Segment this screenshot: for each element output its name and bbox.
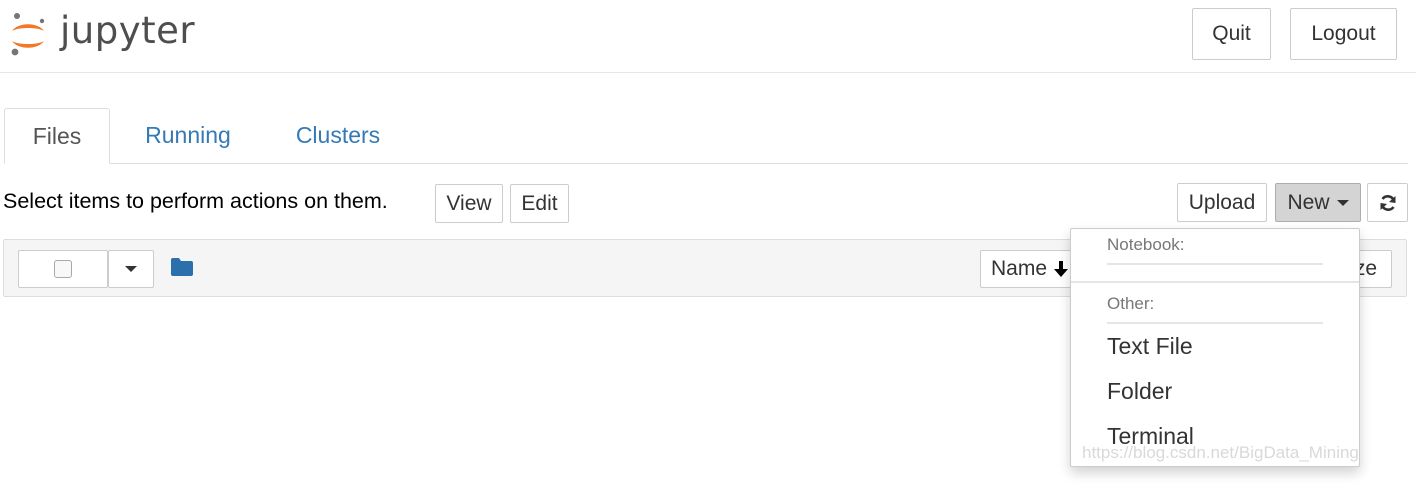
selection-hint: Select items to perform actions on them. (3, 189, 388, 213)
edit-button[interactable]: Edit (510, 184, 569, 223)
view-button[interactable]: View (435, 184, 503, 223)
tab-bar: Files Running Clusters (4, 108, 1408, 164)
new-button-label: New (1287, 190, 1330, 214)
watermark: https://blog.csdn.net/BigData_Mining (1082, 443, 1359, 462)
new-dropdown-menu: Notebook: Other: Text File Folder Termin… (1070, 228, 1360, 467)
other-section-header: Other: (1107, 294, 1155, 313)
notebook-section-header: Notebook: (1107, 235, 1185, 254)
name-label: Name (991, 257, 1048, 280)
select-all-checkbox[interactable] (54, 260, 72, 278)
refresh-icon (1380, 194, 1395, 211)
jupyter-logo-icon (11, 13, 45, 56)
arrow-down-icon (1054, 261, 1069, 277)
menu-item-folder[interactable]: Folder (1107, 378, 1172, 405)
section-underline (1107, 263, 1323, 265)
logo-text: jupyter (60, 8, 196, 52)
select-all-checkbox-button[interactable] (18, 250, 108, 288)
tab-running[interactable]: Running (126, 108, 250, 163)
header-bar: jupyter Quit Logout (0, 0, 1416, 73)
new-button[interactable]: New (1275, 183, 1361, 222)
menu-item-text-file[interactable]: Text File (1107, 333, 1193, 360)
caret-down-icon (1336, 199, 1349, 206)
jupyter-logo[interactable]: jupyter (8, 6, 195, 62)
tab-files[interactable]: Files (4, 108, 110, 164)
caret-down-icon (125, 266, 137, 272)
menu-divider (1071, 281, 1359, 283)
select-menu-button[interactable] (108, 250, 154, 288)
quit-button[interactable]: Quit (1192, 8, 1271, 60)
section-underline (1107, 322, 1323, 324)
folder-icon[interactable] (170, 257, 194, 277)
logout-button[interactable]: Logout (1290, 8, 1397, 60)
upload-button[interactable]: Upload (1177, 183, 1267, 222)
refresh-button[interactable] (1367, 183, 1408, 222)
tab-clusters[interactable]: Clusters (280, 108, 396, 163)
